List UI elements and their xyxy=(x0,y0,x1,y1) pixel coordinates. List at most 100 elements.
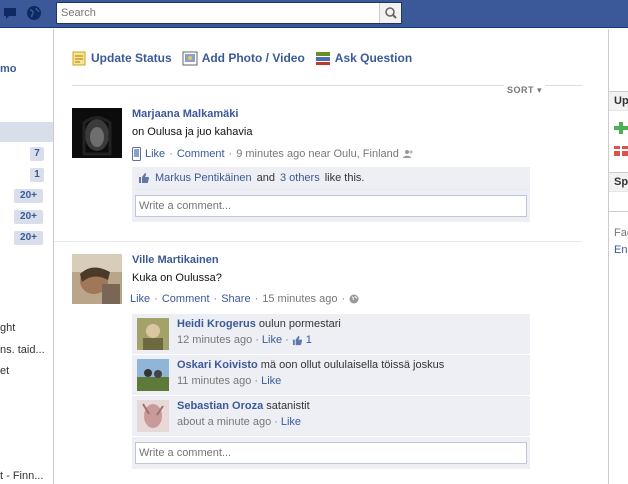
left-count-badge: 1 xyxy=(30,168,44,182)
comment-author[interactable]: Oskari Koivisto xyxy=(177,359,258,371)
comment-time[interactable]: 12 minutes ago xyxy=(177,334,252,346)
separator: · xyxy=(274,416,278,428)
comment-input[interactable] xyxy=(135,195,527,217)
right-section-header: Up xyxy=(609,91,628,111)
update-status-button[interactable]: Update Status xyxy=(72,49,172,67)
like-link[interactable]: Like xyxy=(145,148,165,160)
comment-link[interactable]: Comment xyxy=(177,148,225,160)
feedback-box: Markus Pentikäinen and 3 others like thi… xyxy=(132,167,530,222)
add-photo-video-button[interactable]: Add Photo / Video xyxy=(182,49,305,67)
story-meta: Like · Comment · 9 minutes ago near Oulu… xyxy=(132,147,530,161)
separator: · xyxy=(255,334,259,346)
story-author[interactable]: Marjaana Malkamäki xyxy=(132,108,530,120)
add-comment-row xyxy=(132,190,530,222)
separator: · xyxy=(169,148,173,160)
share-link[interactable]: Share xyxy=(221,293,250,305)
right-divider xyxy=(609,211,628,212)
photo-icon xyxy=(182,51,198,65)
feedback-box: Heidi Krogerus oulun pormestari 12 minut… xyxy=(132,314,530,469)
composer-bar: Update Status Add Photo / Video Ask Ques… xyxy=(72,49,412,67)
plus-icon[interactable] xyxy=(614,122,628,134)
avatar[interactable] xyxy=(137,359,169,391)
sort-button[interactable]: SORT ▾ xyxy=(504,85,546,96)
likes-sentence: Markus Pentikäinen and 3 others like thi… xyxy=(132,167,530,190)
story-divider xyxy=(54,241,582,242)
top-bar xyxy=(0,0,628,28)
sort-label: SORT xyxy=(507,85,535,95)
thumbs-up-icon xyxy=(139,173,149,183)
likes-and: and xyxy=(256,172,275,184)
update-status-label: Update Status xyxy=(91,51,172,65)
left-item-label[interactable]: t - Finn... xyxy=(0,470,43,482)
separator: · xyxy=(341,293,346,305)
separator: · xyxy=(213,293,218,305)
notifications-globe-icon[interactable] xyxy=(26,5,42,21)
feed-story: Ville Martikainen Kuka on Oulussa? Like … xyxy=(72,254,584,484)
left-item-label[interactable]: ght xyxy=(0,322,15,334)
comment-item: Sebastian Oroza satanistit about a minut… xyxy=(132,396,530,437)
left-count-badge: 20+ xyxy=(14,210,43,224)
separator: · xyxy=(254,375,259,387)
likes-others-link[interactable]: 3 others xyxy=(280,172,320,184)
avatar[interactable] xyxy=(72,254,122,304)
avatar[interactable] xyxy=(137,318,169,350)
thumbs-up-icon xyxy=(292,335,302,345)
status-icon xyxy=(72,51,86,65)
comment-text: oulun pormestari xyxy=(258,318,341,330)
left-sidebar xyxy=(0,29,54,484)
left-profile-name[interactable]: mo xyxy=(0,63,17,75)
comment-text: mä oon ollut oululaisella töissä joskus xyxy=(260,359,445,371)
separator: · xyxy=(254,293,259,305)
separator: · xyxy=(228,148,233,160)
question-icon xyxy=(315,51,330,65)
comment-link[interactable]: Comment xyxy=(162,293,210,305)
comment-time[interactable]: about a minute ago xyxy=(177,416,271,428)
comment-like-link[interactable]: Like xyxy=(261,375,281,387)
ask-question-button[interactable]: Ask Question xyxy=(315,49,412,67)
left-item-label[interactable]: et xyxy=(0,365,9,377)
footer-text: Fac xyxy=(614,227,628,239)
left-count-badge: 20+ xyxy=(14,231,43,245)
left-item-label[interactable]: ns. taid... xyxy=(0,344,45,356)
search-icon xyxy=(385,7,397,19)
language-link[interactable]: Eng xyxy=(614,244,628,256)
feed-story: Marjaana Malkamäki on Oulusa ja juo kaha… xyxy=(72,108,584,228)
search-button[interactable] xyxy=(379,3,401,23)
separator: · xyxy=(154,293,158,305)
public-globe-icon[interactable] xyxy=(349,294,359,304)
like-link[interactable]: Like xyxy=(130,293,150,305)
story-meta: Like · Comment · Share · 15 minutes ago … xyxy=(130,293,359,305)
story-message: on Oulusa ja juo kahavia xyxy=(132,126,253,138)
left-count-badge: 7 xyxy=(30,147,44,161)
avatar[interactable] xyxy=(137,400,169,432)
comment-text: satanistit xyxy=(266,400,310,412)
comment-author[interactable]: Sebastian Oroza xyxy=(177,400,263,412)
chevron-down-icon: ▾ xyxy=(537,85,543,95)
comment-like-count[interactable]: 1 xyxy=(306,334,312,346)
messages-icon[interactable] xyxy=(4,5,20,21)
timestamp[interactable]: 15 minutes ago xyxy=(262,293,337,305)
comment-item: Heidi Krogerus oulun pormestari 12 minut… xyxy=(132,314,530,355)
right-section-header: Sp xyxy=(609,172,628,192)
comment-like-link[interactable]: Like xyxy=(262,334,282,346)
liker-name[interactable]: Markus Pentikäinen xyxy=(155,172,252,184)
add-comment-row xyxy=(132,437,530,469)
story-author[interactable]: Ville Martikainen xyxy=(132,254,530,266)
timestamp[interactable]: 9 minutes ago near Oulu, Finland xyxy=(236,148,399,160)
ask-question-label: Ask Question xyxy=(334,51,413,65)
mobile-icon xyxy=(132,147,141,161)
likes-tail: like this. xyxy=(324,172,365,184)
comment-author[interactable]: Heidi Krogerus xyxy=(177,318,256,330)
comment-like-link[interactable]: Like xyxy=(281,416,301,428)
comment-time[interactable]: 11 minutes ago xyxy=(177,375,251,387)
left-count-badge: 20+ xyxy=(14,189,43,203)
avatar[interactable] xyxy=(72,108,122,158)
gift-icon[interactable] xyxy=(614,143,628,156)
search-input[interactable] xyxy=(57,3,377,23)
left-selected-item[interactable] xyxy=(0,122,53,142)
add-photo-label: Add Photo / Video xyxy=(201,51,305,65)
separator: · xyxy=(285,334,289,346)
comment-input[interactable] xyxy=(135,442,527,464)
friends-privacy-icon[interactable] xyxy=(402,149,414,159)
search-box xyxy=(56,2,402,24)
